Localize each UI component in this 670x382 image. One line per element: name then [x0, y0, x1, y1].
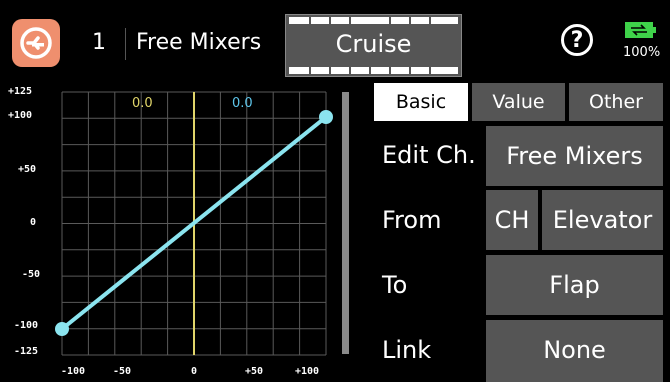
mixer-curve-graph[interactable] — [0, 0, 355, 382]
battery-terminal — [653, 27, 656, 33]
y-tick-label: -100 — [14, 320, 39, 331]
link-label: Link — [382, 336, 432, 364]
tab-label: Value — [492, 91, 545, 113]
x-tick-label: +100 — [295, 366, 320, 377]
x-tick-label: +50 — [245, 366, 264, 377]
to-channel-select[interactable]: Flap — [486, 255, 663, 315]
y-tick-label: +100 — [8, 110, 33, 121]
tab-other[interactable]: Other — [569, 83, 663, 121]
graph-scrollbar[interactable] — [342, 92, 349, 354]
battery-percent: 100% — [623, 45, 661, 60]
to-label: To — [382, 271, 408, 299]
x-tick-label: -100 — [61, 366, 86, 377]
y-tick-label: -50 — [22, 269, 41, 280]
tab-value[interactable]: Value — [472, 83, 565, 121]
help-button[interactable]: ? — [561, 24, 593, 56]
curve-point-high — [319, 110, 333, 124]
output-value-readout: 0.0 — [232, 96, 253, 111]
y-tick-label: -125 — [14, 346, 39, 357]
y-tick-label: +50 — [18, 164, 37, 175]
battery-icon — [625, 22, 653, 38]
tab-basic[interactable]: Basic — [374, 83, 468, 121]
tab-label: Other — [589, 91, 643, 113]
from-channel-type-select[interactable]: CH — [486, 190, 538, 250]
curve-point-low — [55, 322, 69, 336]
y-tick-label: 0 — [30, 217, 37, 228]
y-tick-label: +125 — [8, 86, 33, 97]
from-label: From — [382, 206, 442, 234]
from-channel-select[interactable]: Elevator — [542, 190, 663, 250]
link-select[interactable]: None — [486, 320, 663, 382]
edit-channel-label: Edit Ch. — [382, 141, 476, 169]
edit-channel-select[interactable]: Free Mixers — [486, 126, 663, 186]
input-value-readout: 0.0 — [132, 96, 153, 111]
tab-label: Basic — [395, 91, 447, 113]
charging-arrows-icon — [631, 24, 647, 36]
x-tick-label: 0 — [191, 366, 198, 377]
x-tick-label: -50 — [113, 366, 132, 377]
